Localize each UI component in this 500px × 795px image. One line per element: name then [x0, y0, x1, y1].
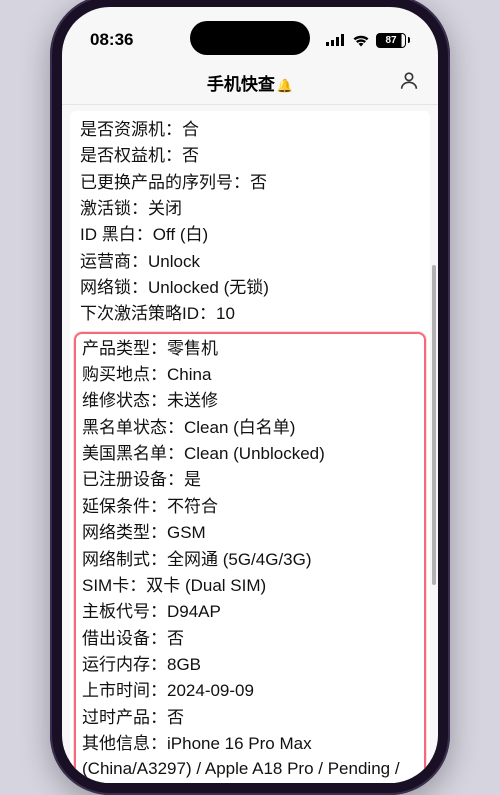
status-time: 08:36	[90, 30, 133, 50]
nav-bar: 手机快查🔔	[62, 61, 438, 105]
boxed-row: 运行内存8GB	[82, 652, 418, 678]
info-row: 激活锁关闭	[80, 196, 420, 222]
row-label: 产品类型	[82, 339, 167, 358]
row-label: 主板代号	[82, 602, 167, 621]
boxed-row: 其他信息iPhone 16 Pro Max (China/A3297) / Ap…	[82, 731, 418, 783]
row-value: D94AP	[167, 602, 221, 621]
row-value: 关闭	[148, 199, 182, 218]
row-value: 10	[216, 304, 235, 323]
boxed-row: 网络制式全网通 (5G/4G/3G)	[82, 547, 418, 573]
content-scroll[interactable]: 是否资源机合是否权益机否已更换产品的序列号否激活锁关闭ID 黑白Off (白)运…	[62, 105, 438, 783]
row-value: Unlock	[148, 252, 200, 271]
boxed-row: 过时产品否	[82, 705, 418, 731]
row-label: ID 黑白	[80, 225, 153, 244]
status-right: 87	[326, 33, 410, 48]
row-label: 购买地点	[82, 365, 167, 384]
row-value: 合	[182, 120, 199, 139]
row-label: 运行内存	[82, 655, 167, 674]
boxed-row: 主板代号D94AP	[82, 599, 418, 625]
row-label: 是否权益机	[80, 146, 182, 165]
row-value: 否	[182, 146, 199, 165]
dynamic-island	[190, 21, 310, 55]
boxed-row: 美国黑名单Clean (Unblocked)	[82, 441, 418, 467]
info-row: 网络锁Unlocked (无锁)	[80, 275, 420, 301]
boxed-row: 网络类型GSM	[82, 520, 418, 546]
boxed-row: 产品类型零售机	[82, 336, 418, 362]
battery-level: 87	[385, 35, 396, 46]
row-value: 2024-09-09	[167, 681, 254, 700]
page-title: 手机快查🔔	[207, 70, 293, 95]
row-label: 网络制式	[82, 550, 167, 569]
phone-frame: 08:36 87 手机快查🔔	[50, 0, 450, 795]
row-label: 美国黑名单	[82, 444, 184, 463]
row-value: China	[167, 365, 211, 384]
row-value: Clean (Unblocked)	[184, 444, 325, 463]
row-label: 网络锁	[80, 278, 148, 297]
highlight-box: 产品类型零售机购买地点China维修状态未送修黑名单状态Clean (白名单)美…	[74, 332, 426, 783]
row-value: 零售机	[167, 339, 218, 358]
row-value: 否	[250, 173, 267, 192]
row-label: 下次激活策略ID	[80, 304, 216, 323]
info-row: ID 黑白Off (白)	[80, 222, 420, 248]
row-label: 延保条件	[82, 497, 167, 516]
row-value: GSM	[167, 523, 206, 542]
info-row: 是否权益机否	[80, 143, 420, 169]
row-value: 否	[167, 629, 184, 648]
row-label: 已更换产品的序列号	[80, 173, 250, 192]
boxed-row: 借出设备否	[82, 626, 418, 652]
row-label: 激活锁	[80, 199, 148, 218]
battery-indicator: 87	[376, 33, 410, 48]
boxed-row: 购买地点China	[82, 362, 418, 388]
row-label: 维修状态	[82, 391, 167, 410]
row-label: 借出设备	[82, 629, 167, 648]
boxed-row: 黑名单状态Clean (白名单)	[82, 415, 418, 441]
row-value: Unlocked (无锁)	[148, 278, 269, 297]
boxed-row: 已注册设备是	[82, 467, 418, 493]
info-row: 运营商Unlock	[80, 249, 420, 275]
row-value: 双卡 (Dual SIM)	[146, 576, 266, 595]
profile-button[interactable]	[398, 69, 420, 96]
row-label: 上市时间	[82, 681, 167, 700]
row-value: 否	[167, 708, 184, 727]
row-value: 8GB	[167, 655, 201, 674]
row-label: 其他信息	[82, 734, 167, 753]
row-value: 不符合	[167, 497, 218, 516]
info-sheet: 是否资源机合是否权益机否已更换产品的序列号否激活锁关闭ID 黑白Off (白)运…	[70, 111, 430, 783]
row-label: 已注册设备	[82, 470, 184, 489]
wifi-icon	[352, 34, 370, 47]
row-label: 黑名单状态	[82, 418, 184, 437]
info-row: 下次激活策略ID10	[80, 301, 420, 327]
row-label: 是否资源机	[80, 120, 182, 139]
boxed-row: SIM卡双卡 (Dual SIM)	[82, 573, 418, 599]
row-value: 是	[184, 470, 201, 489]
info-row: 是否资源机合	[80, 117, 420, 143]
row-value: 全网通 (5G/4G/3G)	[167, 550, 312, 569]
row-label: 网络类型	[82, 523, 167, 542]
info-row: 已更换产品的序列号否	[80, 170, 420, 196]
boxed-row: 延保条件不符合	[82, 494, 418, 520]
boxed-row: 维修状态未送修	[82, 388, 418, 414]
bell-icon: 🔔	[277, 78, 293, 93]
scrollbar[interactable]	[432, 265, 436, 585]
row-label: 运营商	[80, 252, 148, 271]
row-label: SIM卡	[82, 576, 146, 595]
row-value: 未送修	[167, 391, 218, 410]
boxed-row: 上市时间2024-09-09	[82, 678, 418, 704]
row-value: Clean (白名单)	[184, 418, 295, 437]
row-label: 过时产品	[82, 708, 167, 727]
row-value: Off (白)	[153, 225, 208, 244]
screen: 08:36 87 手机快查🔔	[62, 7, 438, 783]
cellular-icon	[326, 34, 346, 46]
